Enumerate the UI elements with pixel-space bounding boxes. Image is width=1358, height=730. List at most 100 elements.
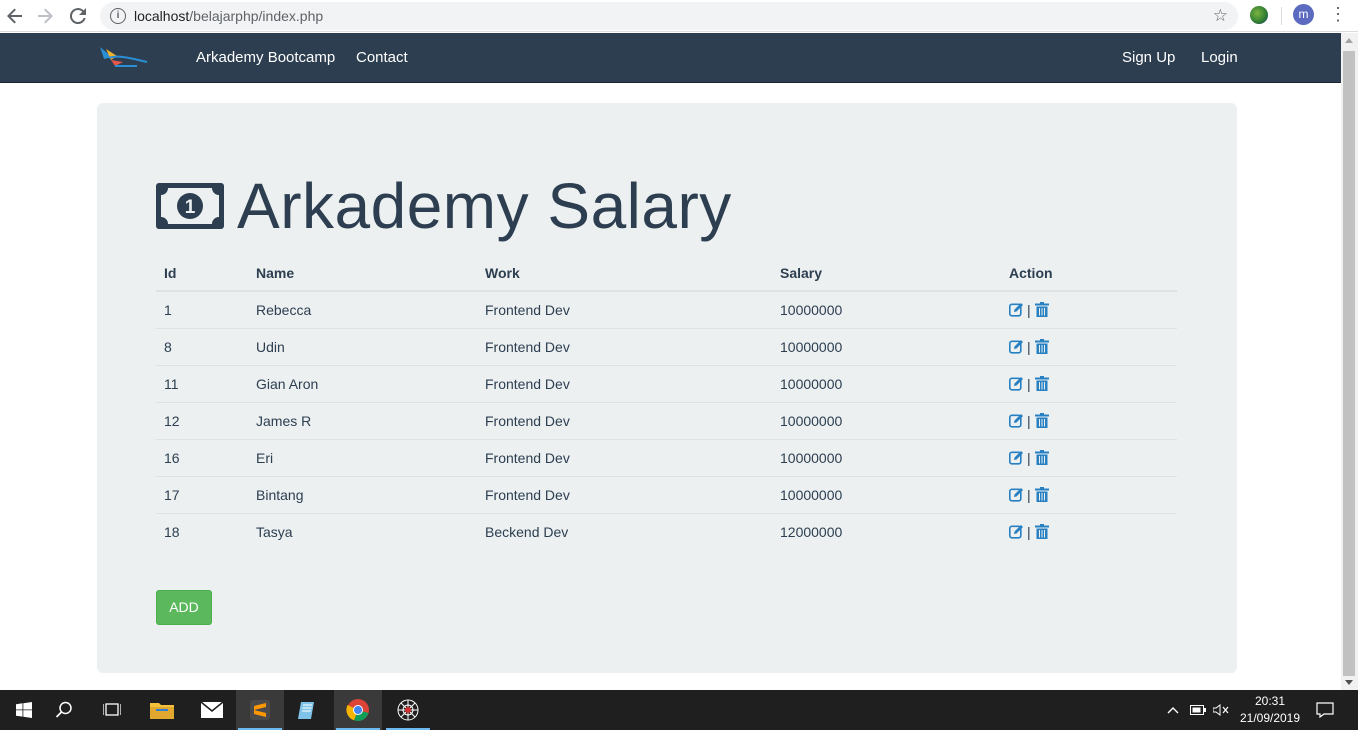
- action-group: |: [1009, 302, 1169, 318]
- table-header-row: Id Name Work Salary Action: [156, 255, 1177, 292]
- trash-icon[interactable]: [1034, 302, 1049, 318]
- cell-salary: 10000000: [772, 401, 1001, 439]
- cell-salary: 10000000: [772, 364, 1001, 402]
- nav-link-login[interactable]: Login: [1201, 49, 1238, 66]
- action-group: |: [1009, 487, 1169, 503]
- chrome-icon[interactable]: [334, 690, 382, 730]
- table-row: 16 Eri Frontend Dev 10000000 |: [156, 438, 1177, 476]
- nav-link-sign-up[interactable]: Sign Up: [1122, 49, 1175, 66]
- cell-name: Tasya: [248, 512, 477, 550]
- url-host: localhost: [134, 8, 190, 24]
- bookmark-star-icon[interactable]: ☆: [1213, 6, 1228, 26]
- windows-taskbar: 20:31 21/09/2019: [0, 690, 1358, 730]
- cell-id: 8: [156, 327, 248, 365]
- add-button[interactable]: ADD: [156, 590, 212, 625]
- notepad-app-icon[interactable]: [284, 690, 332, 730]
- edit-icon[interactable]: [1009, 450, 1023, 465]
- back-icon[interactable]: [0, 2, 30, 30]
- header-action: Action: [1001, 255, 1177, 292]
- action-separator: |: [1027, 375, 1031, 392]
- header-salary: Salary: [772, 255, 1001, 292]
- action-group: |: [1009, 450, 1169, 466]
- reload-icon[interactable]: [63, 2, 93, 30]
- cell-id: 17: [156, 475, 248, 513]
- trash-icon[interactable]: [1034, 524, 1049, 540]
- task-view-icon[interactable]: [88, 690, 136, 730]
- cell-name: Eri: [248, 438, 477, 476]
- browser-toolbar: i localhost/belajarphp/index.php ☆ m ⋮: [0, 0, 1358, 32]
- header-work: Work: [477, 255, 772, 292]
- profile-avatar[interactable]: m: [1293, 4, 1314, 25]
- brand-logo-icon[interactable]: [97, 44, 149, 72]
- scroll-down-arrow-icon[interactable]: [1345, 680, 1353, 685]
- mail-icon[interactable]: [188, 690, 236, 730]
- cell-work: Frontend Dev: [477, 327, 772, 365]
- table-row: 12 James R Frontend Dev 10000000 |: [156, 401, 1177, 439]
- cell-action: |: [1001, 291, 1177, 328]
- action-separator: |: [1027, 523, 1031, 540]
- cell-id: 16: [156, 438, 248, 476]
- scroll-thumb[interactable]: [1343, 51, 1355, 676]
- edit-icon[interactable]: [1009, 413, 1023, 428]
- clock-time: 20:31: [1254, 694, 1286, 708]
- cell-id: 18: [156, 512, 248, 550]
- trash-icon[interactable]: [1034, 450, 1049, 465]
- url-text: localhost/belajarphp/index.php: [134, 8, 323, 24]
- address-bar[interactable]: i localhost/belajarphp/index.php ☆: [100, 2, 1238, 30]
- table-row: 8 Udin Frontend Dev 10000000 |: [156, 327, 1177, 365]
- cell-salary: 10000000: [772, 327, 1001, 365]
- scroll-up-arrow-icon[interactable]: [1345, 38, 1353, 43]
- search-icon[interactable]: [40, 690, 88, 730]
- edit-icon[interactable]: [1009, 302, 1023, 317]
- cell-salary: 10000000: [772, 438, 1001, 476]
- action-separator: |: [1027, 338, 1031, 355]
- system-clock[interactable]: 20:31 21/09/2019: [1236, 693, 1304, 727]
- cell-salary: 10000000: [780, 301, 843, 318]
- table-row: 17 Bintang Frontend Dev 10000000 |: [156, 475, 1177, 513]
- money-bill-icon: 1: [156, 183, 224, 229]
- action-separator: |: [1027, 412, 1031, 429]
- cell-action: |: [1001, 364, 1177, 402]
- salary-table: Id Name Work Salary Action 1 Rebecca Front…: [156, 255, 1177, 550]
- volume-muted-icon[interactable]: [1213, 690, 1231, 730]
- cell-id: 12: [156, 401, 248, 439]
- battery-icon[interactable]: [1190, 690, 1208, 730]
- page-heading: Arkademy Salary: [237, 170, 732, 242]
- trash-icon[interactable]: [1034, 413, 1049, 428]
- action-group: |: [1009, 339, 1169, 355]
- trash-icon[interactable]: [1034, 376, 1049, 391]
- sublime-text-icon[interactable]: [236, 690, 284, 730]
- edit-icon[interactable]: [1009, 524, 1023, 539]
- header-id: Id: [156, 255, 248, 292]
- table-row: 18 Tasya Beckend Dev 12000000 |: [156, 512, 1177, 550]
- cell-work: Frontend Dev: [477, 364, 772, 402]
- cell-salary: 12000000: [772, 512, 1001, 550]
- trash-icon[interactable]: [1034, 339, 1049, 354]
- cell-id: 11: [156, 364, 248, 402]
- trash-icon[interactable]: [1034, 487, 1049, 502]
- notifications-icon[interactable]: [1316, 690, 1334, 730]
- tray-chevron-up-icon[interactable]: [1167, 690, 1183, 730]
- page-scrollbar[interactable]: [1341, 33, 1358, 690]
- browser-menu-icon[interactable]: ⋮: [1329, 4, 1347, 24]
- nav-link-contact[interactable]: Contact: [356, 49, 408, 66]
- info-icon[interactable]: i: [110, 8, 126, 24]
- clock-date: 21/09/2019: [1239, 711, 1301, 725]
- spider-app-icon[interactable]: [384, 690, 432, 730]
- cell-name: Gian Aron: [248, 364, 477, 402]
- action-separator: |: [1027, 486, 1031, 503]
- cell-work: Beckend Dev: [477, 512, 772, 550]
- edit-icon[interactable]: [1009, 376, 1023, 391]
- cell-name: Bintang: [248, 475, 477, 513]
- cell-name: Rebecca: [256, 301, 312, 318]
- extension-globe-icon[interactable]: [1250, 6, 1268, 24]
- cell-work: Frontend Dev: [485, 301, 570, 318]
- cell-action: |: [1001, 512, 1177, 550]
- edit-icon[interactable]: [1009, 339, 1023, 354]
- forward-icon[interactable]: [30, 2, 60, 30]
- cell-work: Frontend Dev: [477, 401, 772, 439]
- nav-link-arkademy-bootcamp[interactable]: Arkademy Bootcamp: [196, 49, 335, 66]
- edit-icon[interactable]: [1009, 487, 1023, 502]
- action-separator: |: [1027, 301, 1031, 318]
- file-explorer-icon[interactable]: [138, 690, 186, 730]
